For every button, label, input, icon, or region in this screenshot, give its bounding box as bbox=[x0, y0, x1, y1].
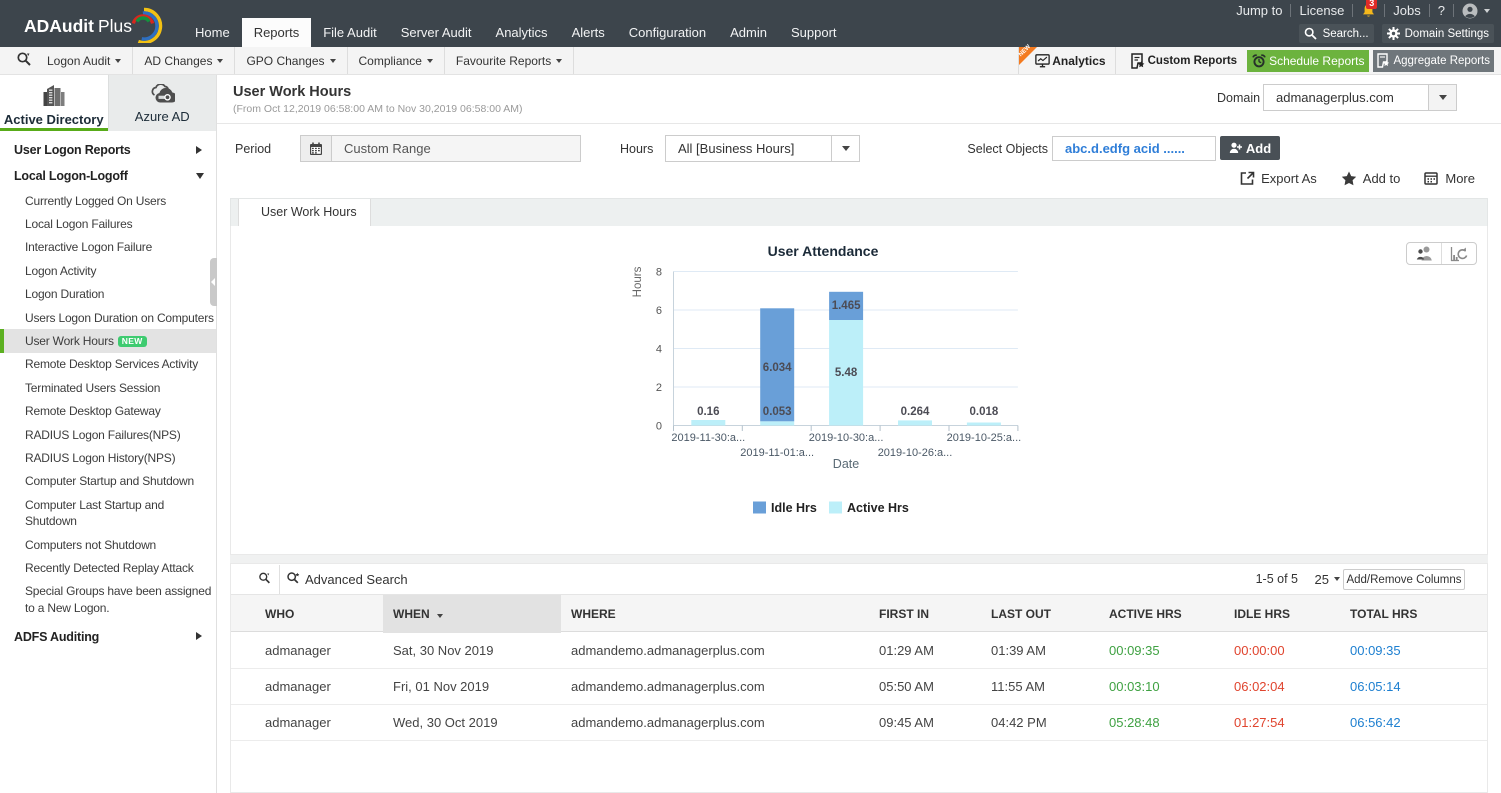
svg-text:▾: ▾ bbox=[267, 571, 269, 576]
svg-text:2: 2 bbox=[656, 382, 662, 394]
svg-text:User Attendance: User Attendance bbox=[768, 243, 879, 259]
svg-text:Plus: Plus bbox=[98, 16, 132, 36]
svg-text:Hours: Hours bbox=[632, 266, 644, 297]
svg-text:▾: ▾ bbox=[27, 52, 30, 58]
svg-text:0.018: 0.018 bbox=[970, 406, 999, 418]
svg-text:6.034: 6.034 bbox=[763, 362, 792, 374]
svg-text:0.16: 0.16 bbox=[697, 406, 719, 418]
svg-text:6: 6 bbox=[656, 305, 662, 317]
svg-text:4: 4 bbox=[656, 344, 662, 356]
svg-text:2019-11-30:a...: 2019-11-30:a... bbox=[671, 432, 745, 444]
svg-text:Idle Hrs: Idle Hrs bbox=[771, 501, 817, 515]
svg-text:Date: Date bbox=[833, 457, 859, 471]
svg-text:5.48: 5.48 bbox=[835, 367, 858, 379]
svg-text:2019-10-25:a...: 2019-10-25:a... bbox=[947, 432, 1022, 444]
svg-text:2019-10-30:a...: 2019-10-30:a... bbox=[809, 432, 884, 444]
svg-text:0.264: 0.264 bbox=[901, 406, 930, 418]
svg-text:ADAudit: ADAudit bbox=[24, 16, 94, 36]
svg-text:2019-10-26:a...: 2019-10-26:a... bbox=[878, 447, 953, 459]
svg-text:8: 8 bbox=[656, 267, 662, 279]
svg-text:2019-11-01:a...: 2019-11-01:a... bbox=[740, 447, 814, 459]
svg-text:1.465: 1.465 bbox=[832, 300, 861, 312]
svg-text:0.053: 0.053 bbox=[763, 406, 792, 418]
svg-text:Active Hrs: Active Hrs bbox=[847, 501, 909, 515]
svg-text:0: 0 bbox=[656, 421, 662, 433]
